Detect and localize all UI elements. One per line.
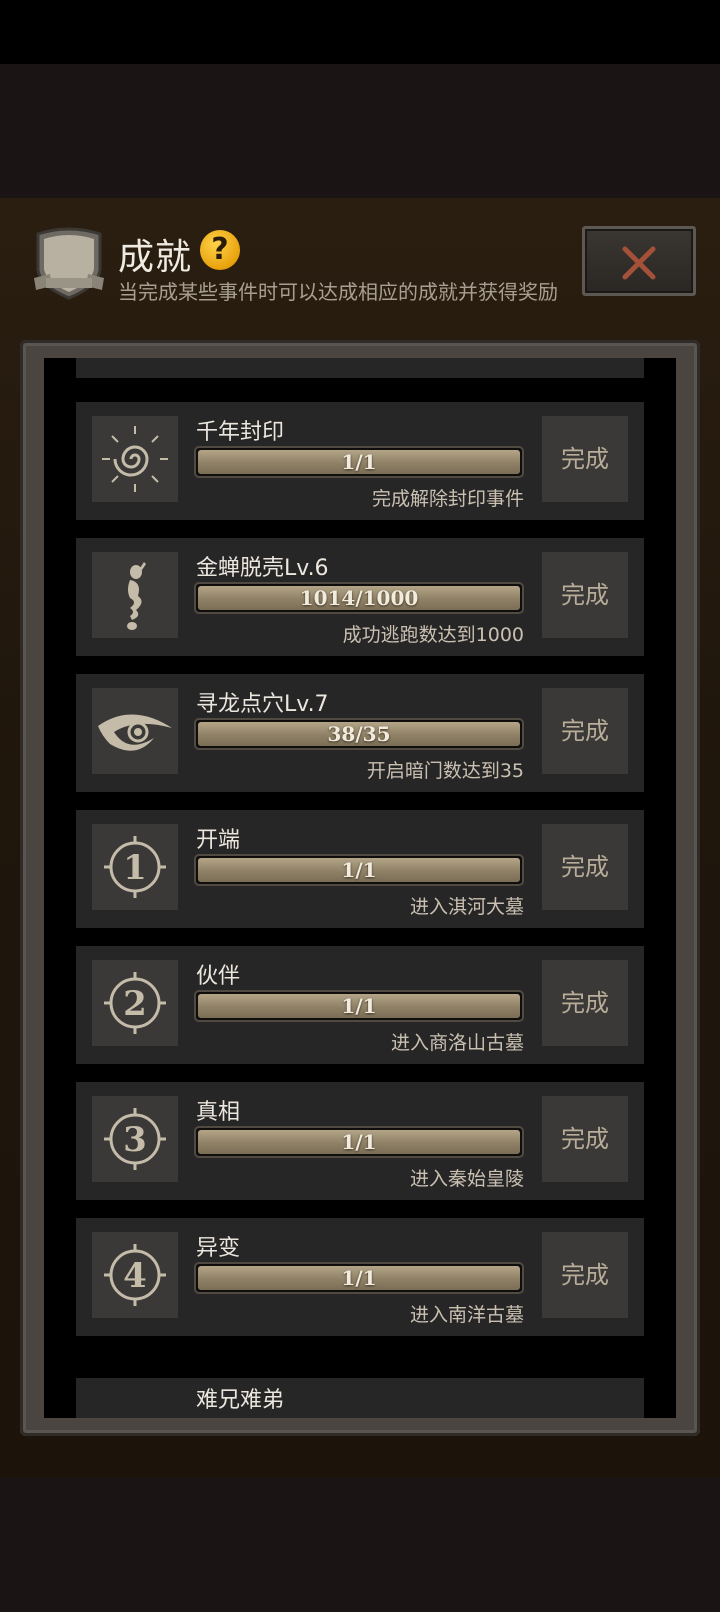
achievement-title: 寻龙点穴Lv.7 [196, 692, 329, 717]
cicada-icon [92, 552, 178, 638]
achievement-row[interactable]: 2 伙伴 1/1 进入商洛山古墓 完成 [76, 946, 644, 1064]
achievement-title: 千年封印 [196, 420, 285, 445]
achievement-description: 完成解除封印事件 [371, 488, 524, 510]
close-button[interactable] [582, 226, 696, 296]
achievement-description: 进入南洋古墓 [409, 1304, 524, 1326]
achievement-row[interactable]: 3 真相 1/1 进入秦始皇陵 完成 [76, 1082, 644, 1200]
progress-value: 1/1 [341, 1266, 377, 1290]
achievement-title: 金蝉脱壳Lv.6 [196, 556, 329, 581]
achievement-title: 异变 [196, 1236, 241, 1261]
progress-bar: 1014/1000 [194, 582, 524, 614]
complete-button[interactable]: 完成 [542, 824, 628, 910]
progress-value: 1/1 [341, 1130, 377, 1154]
page-title: 成就 [118, 237, 193, 278]
status-bar [0, 0, 720, 64]
achievements-panel: 成就 ? 当完成某些事件时可以达成相应的成就并获得奖励 千年封印 1/1 完成解… [0, 198, 720, 1478]
progress-value: 38/35 [327, 722, 391, 746]
achievement-description: 开启暗门数达到35 [366, 760, 524, 782]
achievement-row[interactable]: 1 开端 1/1 进入淇河大墓 完成 [76, 810, 644, 928]
achievement-description: 进入淇河大墓 [409, 896, 524, 918]
complete-button[interactable]: 完成 [542, 960, 628, 1046]
progress-value: 1014/1000 [299, 586, 419, 610]
achievement-description: 进入商洛山古墓 [390, 1032, 524, 1054]
achievement-title: 开端 [196, 828, 241, 853]
complete-button[interactable]: 完成 [542, 1232, 628, 1318]
achievement-row[interactable]: 金蝉脱壳Lv.6 1014/1000 成功逃跑数达到1000 完成 [76, 538, 644, 656]
backdrop-bottom [0, 1478, 720, 1612]
chapter-4-icon: 4 [92, 1232, 178, 1318]
svg-text:2: 2 [123, 984, 147, 1024]
achievement-list-frame: 千年封印 1/1 完成解除封印事件 完成 金蝉脱壳Lv.6 1014/1000 … [20, 340, 700, 1436]
achievement-title: 伙伴 [196, 964, 241, 989]
list-item-partial: 难兄难弟 [76, 1378, 644, 1418]
page-subtitle: 当完成某些事件时可以达成相应的成就并获得奖励 [118, 280, 558, 304]
svg-text:4: 4 [123, 1256, 147, 1296]
progress-bar: 1/1 [194, 990, 524, 1022]
chapter-3-icon: 3 [92, 1096, 178, 1182]
seal-swirl-icon [92, 416, 178, 502]
progress-bar: 1/1 [194, 446, 524, 478]
achievement-row[interactable]: 4 异变 1/1 进入南洋古墓 完成 [76, 1218, 644, 1336]
backdrop-top [0, 64, 720, 198]
chapter-1-icon: 1 [92, 824, 178, 910]
achievement-description: 进入秦始皇陵 [409, 1168, 524, 1190]
progress-value: 1/1 [341, 858, 377, 882]
achievement-list[interactable]: 千年封印 1/1 完成解除封印事件 完成 金蝉脱壳Lv.6 1014/1000 … [44, 358, 676, 1418]
achievement-row[interactable]: 寻龙点穴Lv.7 38/35 开启暗门数达到35 完成 [76, 674, 644, 792]
progress-bar: 1/1 [194, 1126, 524, 1158]
progress-bar: 1/1 [194, 1262, 524, 1294]
close-icon [622, 246, 656, 280]
svg-text:3: 3 [123, 1120, 147, 1160]
complete-button[interactable]: 完成 [542, 552, 628, 638]
chapter-2-icon: 2 [92, 960, 178, 1046]
svg-text:1: 1 [123, 848, 147, 888]
progress-bar: 1/1 [194, 854, 524, 886]
achievement-description: 成功逃跑数达到1000 [342, 624, 524, 646]
progress-value: 1/1 [341, 994, 377, 1018]
progress-value: 1/1 [341, 450, 377, 474]
shield-badge-icon [32, 224, 106, 300]
panel-header: 成就 ? 当完成某些事件时可以达成相应的成就并获得奖励 [0, 198, 720, 328]
achievement-title: 难兄难弟 [196, 1388, 285, 1413]
complete-button[interactable]: 完成 [542, 416, 628, 502]
list-item-partial [76, 358, 644, 378]
progress-bar: 38/35 [194, 718, 524, 750]
complete-button[interactable]: 完成 [542, 688, 628, 774]
achievement-row[interactable]: 千年封印 1/1 完成解除封印事件 完成 [76, 402, 644, 520]
achievement-title: 真相 [196, 1100, 241, 1125]
help-icon[interactable]: ? [200, 230, 240, 270]
eye-icon [92, 688, 178, 774]
complete-button[interactable]: 完成 [542, 1096, 628, 1182]
